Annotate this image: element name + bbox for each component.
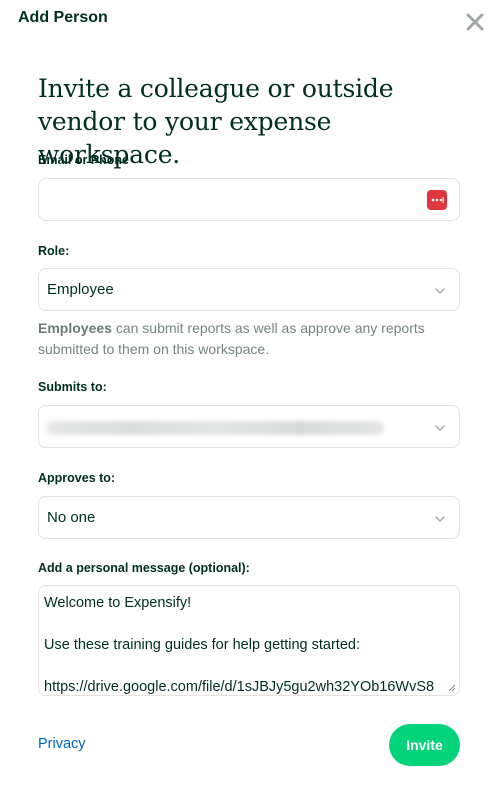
close-button[interactable] — [463, 10, 487, 34]
chevron-down-icon — [435, 288, 445, 294]
role-description-bold: Employees — [38, 320, 112, 336]
email-label: Email or Phone — [38, 153, 129, 167]
chevron-down-icon — [435, 425, 445, 431]
approves-to-value: No one — [47, 509, 96, 526]
submits-to-label: Submits to: — [38, 380, 107, 394]
close-icon — [466, 13, 484, 31]
redacted-submits-to-value — [46, 421, 384, 435]
role-description: Employees can submit reports as well as … — [38, 318, 468, 360]
role-value: Employee — [47, 281, 114, 298]
approves-to-label: Approves to: — [38, 471, 116, 485]
submits-to-select[interactable] — [38, 405, 460, 448]
approves-to-select[interactable]: No one — [38, 496, 460, 539]
message-label: Add a personal message (optional): — [38, 561, 250, 575]
resize-handle-icon[interactable] — [448, 684, 456, 692]
role-select[interactable]: Employee — [38, 268, 460, 311]
role-label: Role: — [38, 244, 70, 258]
personal-message-textarea[interactable]: Welcome to Expensify! Use these training… — [38, 585, 460, 696]
dialog-title: Add Person — [18, 9, 108, 26]
email-field[interactable] — [38, 178, 460, 221]
privacy-link[interactable]: Privacy — [38, 736, 86, 752]
password-manager-icon[interactable] — [427, 190, 447, 210]
personal-message-text: Welcome to Expensify! Use these training… — [44, 595, 435, 695]
chevron-down-icon — [435, 516, 445, 522]
invite-button[interactable]: Invite — [389, 724, 460, 766]
